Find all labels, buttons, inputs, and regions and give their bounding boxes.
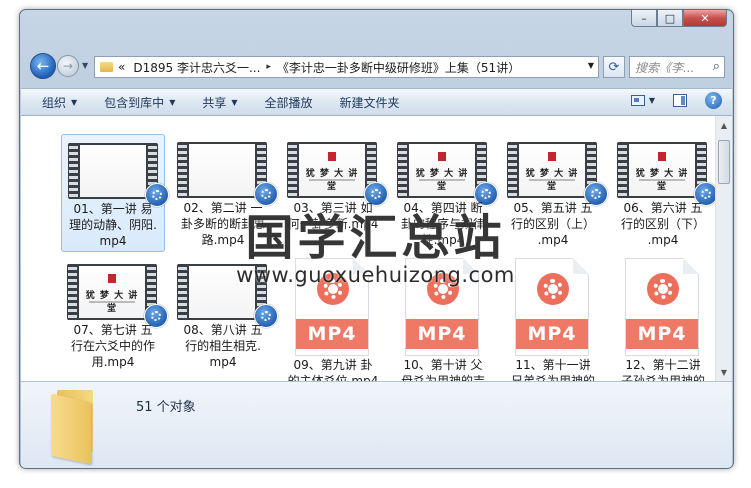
breadcrumb-separator-arrow-icon[interactable]: ▸ [266, 62, 271, 72]
breadcrumb-parent[interactable]: D1895 李计忠六爻一... [133, 59, 260, 76]
share-label: 共享 [202, 95, 227, 110]
close-button[interactable]: ✕ [683, 10, 727, 27]
chevron-down-icon: ▼ [169, 97, 176, 107]
minimize-button[interactable]: – [631, 10, 657, 27]
share-menu[interactable]: 共享 ▼ [196, 92, 243, 112]
file-name: 12、第十二讲 子孙爻为用神的 吉凶.mp4 [620, 358, 705, 381]
file-item[interactable]: 08、第八讲 五 行的相生相克. mp4 [171, 256, 278, 374]
scrollbar-thumb[interactable] [718, 140, 730, 184]
file-extension-label: MP4 [516, 319, 588, 349]
file-item[interactable]: 犹 梦 大 讲 堂 03、第三讲 如 何一卦多断.mp4 [281, 134, 388, 252]
scroll-down-arrow-icon[interactable]: ▼ [718, 365, 730, 379]
refresh-button[interactable]: ⟳ [603, 56, 625, 78]
mp4-file-icon: MP4 [515, 258, 589, 356]
navigation-bar: ← → ▼ « D1895 李计忠六爻一... ▸ 《李计忠一卦多断中级研修班》… [28, 52, 725, 82]
preview-pane-icon[interactable] [673, 94, 687, 107]
film-reel-icon [317, 273, 349, 305]
address-bar[interactable]: « D1895 李计忠六爻一... ▸ 《李计忠一卦多断中级研修班》上集（51讲… [94, 56, 599, 78]
file-name: 09、第九讲 卦 的主体爻位.mp4 [287, 358, 379, 381]
address-dropdown-icon[interactable]: ▼ [588, 61, 594, 70]
details-pane: 51 个对象 [21, 381, 732, 468]
mp4-file-icon: MP4 [625, 258, 699, 356]
scroll-up-arrow-icon[interactable]: ▲ [718, 118, 730, 132]
organize-menu[interactable]: 组织 ▼ [36, 92, 83, 112]
file-item[interactable]: 01、第一讲 易 理的动静、阴阳. mp4 [61, 134, 169, 252]
play-all-button[interactable]: 全部播放 [259, 92, 319, 112]
seal-icon [658, 152, 666, 161]
folder-icon [100, 62, 113, 72]
address-overflow-chevron[interactable]: « [118, 60, 125, 74]
file-name: 08、第八讲 五 行的相生相克. mp4 [183, 323, 263, 369]
file-item[interactable]: 02、第二讲 一 卦多断的断卦思 路.mp4 [171, 134, 278, 252]
file-name: 03、第三讲 如 何一卦多断.mp4 [287, 201, 379, 231]
search-input[interactable]: 搜索《李... ⌕ [629, 56, 725, 78]
search-icon[interactable]: ⌕ [713, 59, 720, 74]
back-button[interactable]: ← [30, 53, 56, 79]
thumbnail-calligraphy: 犹 梦 大 讲 堂 [415, 169, 469, 192]
vertical-scrollbar[interactable]: ▲ ▼ [715, 116, 732, 381]
new-folder-button[interactable]: 新建文件夹 [334, 92, 406, 112]
seal-icon [548, 152, 556, 161]
file-item[interactable]: 犹 梦 大 讲 堂 06、第六讲 五 行的区别（下） .mp4 [611, 134, 718, 252]
thumbnail-calligraphy: 犹 梦 大 讲 堂 [85, 291, 139, 314]
seal-icon [438, 152, 446, 161]
file-item[interactable]: 犹 梦 大 讲 堂 07、第七讲 五 行在六爻中的作 用.mp4 [61, 256, 168, 374]
file-item[interactable]: 犹 梦 大 讲 堂 05、第五讲 五 行的区别（上） .mp4 [501, 134, 608, 252]
organize-label: 组织 [42, 95, 67, 110]
file-name: 07、第七讲 五 行在六爻中的作 用.mp4 [70, 323, 155, 369]
mp4-file-icon: MP4 [295, 258, 369, 356]
maximize-button[interactable]: □ [657, 10, 683, 27]
seal-icon [328, 152, 336, 161]
file-name: 10、第十讲 父 母爻为用神的吉 凶.mp4 [400, 358, 485, 381]
item-count: 51 个对象 [136, 400, 196, 415]
help-icon[interactable]: ? [705, 92, 722, 109]
chevron-down-icon: ▼ [71, 97, 78, 107]
chevron-down-icon: ▼ [231, 97, 238, 107]
file-item[interactable]: MP4 12、第十二讲 子孙爻为用神的 吉凶.mp4 [611, 238, 715, 381]
folder-icon [51, 390, 97, 465]
file-extension-label: MP4 [406, 319, 478, 349]
explorer-window: – □ ✕ ← → ▼ « D1895 李计忠六爻一... ▸ 《李计忠一卦多断… [19, 9, 734, 469]
mp4-file-icon: MP4 [405, 258, 479, 356]
file-item[interactable]: 犹 梦 大 讲 堂 04、第四讲 断 卦的程序与规律 性.mp4 [391, 134, 498, 252]
file-item[interactable]: MP4 10、第十讲 父 母爻为用神的吉 凶.mp4 [391, 238, 495, 381]
breadcrumb-current[interactable]: 《李计忠一卦多断中级研修班》上集（51讲） [277, 59, 520, 76]
caption-buttons: – □ ✕ [631, 10, 727, 28]
search-placeholder: 搜索《李... [635, 60, 695, 75]
view-options-dropdown[interactable]: ▼ [649, 96, 655, 105]
file-name: 02、第二讲 一 卦多断的断卦思 路.mp4 [180, 201, 265, 247]
change-view-icon[interactable] [630, 95, 645, 106]
film-reel-icon [647, 273, 679, 305]
forward-button[interactable]: → [57, 55, 79, 77]
seal-icon [108, 274, 116, 283]
toolbar-right-tools: ▼ ? [630, 92, 722, 109]
film-reel-icon [427, 273, 459, 305]
command-bar: 组织 ▼ 包含到库中 ▼ 共享 ▼ 全部播放 新建文件夹 ▼ ? [21, 88, 732, 116]
file-list[interactable]: 01、第一讲 易 理的动静、阴阳. mp4 02、第二讲 一 卦多断的断卦思 路.… [21, 116, 732, 381]
film-reel-icon [537, 273, 569, 305]
recent-pages-dropdown[interactable]: ▼ [82, 61, 88, 70]
file-item[interactable]: MP4 11、第十一讲 兄弟爻为用神的 吉凶.mp4 [501, 238, 605, 381]
file-extension-label: MP4 [626, 319, 698, 349]
file-name: 11、第十一讲 兄弟爻为用神的 吉凶.mp4 [510, 358, 595, 381]
include-in-library-menu[interactable]: 包含到库中 ▼ [98, 92, 181, 112]
file-name: 01、第一讲 易 理的动静、阴阳. mp4 [69, 202, 157, 248]
include-in-library-label: 包含到库中 [104, 95, 165, 110]
thumbnail-calligraphy: 犹 梦 大 讲 堂 [305, 169, 359, 192]
file-extension-label: MP4 [296, 319, 368, 349]
file-item[interactable]: MP4 09、第九讲 卦 的主体爻位.mp4 [281, 238, 385, 381]
thumbnail-calligraphy: 犹 梦 大 讲 堂 [525, 169, 579, 192]
thumbnail-calligraphy: 犹 梦 大 讲 堂 [635, 169, 689, 192]
